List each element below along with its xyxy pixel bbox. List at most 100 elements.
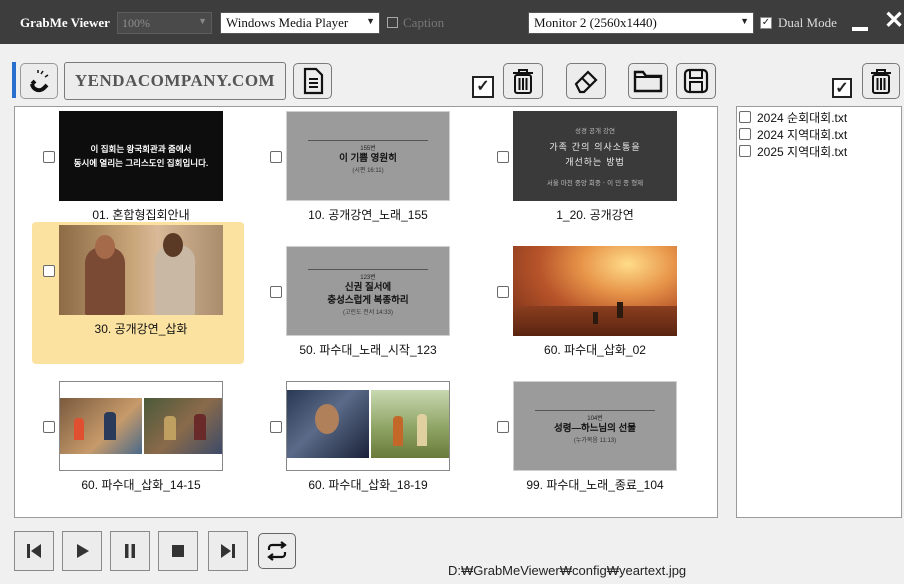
media-caption: 60. 파수대_삽화_14-15	[81, 478, 201, 492]
item-checkbox[interactable]	[497, 151, 509, 163]
eraser-button[interactable]	[566, 63, 606, 99]
item-checkbox[interactable]	[43, 265, 55, 277]
thumb-top: 성경 공개 강연	[574, 127, 615, 135]
item-checkbox[interactable]	[43, 151, 55, 163]
file-list-item[interactable]: 2024 순회대회.txt	[739, 109, 847, 125]
thumb-bottom: 서울 마천 중앙 회중 · 이 민 종 형제	[546, 179, 644, 187]
file-list-item[interactable]: 2025 지역대회.txt	[739, 143, 847, 159]
media-caption: 1_20. 공개강연	[556, 208, 634, 222]
chevron-down-icon: ▼	[740, 16, 749, 26]
thumb-ref: (누가복음 11:13)	[573, 438, 617, 444]
media-thumbnail[interactable]	[59, 381, 223, 471]
media-item[interactable]: 성경 공개 강연 가족 간의 의사소통을 개선하는 방법 서울 마천 중앙 회중…	[486, 108, 698, 250]
media-caption: 10. 공개강연_노래_155	[308, 208, 428, 222]
side-select-all-checkbox[interactable]: ✓	[832, 78, 852, 98]
file-checkbox[interactable]	[739, 145, 751, 157]
trash-icon	[871, 69, 891, 94]
media-caption: 50. 파수대_노래_시작_123	[299, 343, 437, 357]
sunset-photo	[513, 246, 677, 336]
thumb-title: 성령—하느님의 선물	[553, 423, 637, 434]
thumb-title: 이 기쁨 영원히	[339, 153, 397, 164]
thumb-title: 신권 질서에	[344, 281, 392, 293]
dual-mode-checkbox[interactable]: ✓	[760, 17, 772, 29]
media-thumbnail[interactable]: 155번 이 기쁨 영원히 (시편 16:11)	[286, 111, 450, 201]
thumb-number: 104번	[584, 413, 606, 422]
item-checkbox[interactable]	[43, 421, 55, 433]
thumb-number: 155번	[357, 143, 379, 152]
media-item[interactable]: 60. 파수대_삽화_14-15	[32, 378, 244, 520]
media-thumbnail[interactable]	[59, 225, 223, 315]
accent-bar	[12, 62, 16, 98]
thumb-number: 123번	[357, 271, 379, 281]
document-icon	[303, 67, 323, 95]
player-value: Windows Media Player	[226, 15, 349, 30]
media-caption: 30. 공개강연_삽화	[94, 322, 188, 336]
repeat-icon	[267, 541, 287, 561]
player-combo[interactable]: Windows Media Player ▼	[220, 12, 380, 34]
app-title: GrabMe Viewer	[20, 15, 110, 30]
dual-mode-label: Dual Mode	[778, 15, 837, 30]
media-caption: 01. 혼합형집회안내	[92, 208, 190, 222]
delete-button[interactable]	[503, 63, 543, 99]
couple-photo	[59, 225, 223, 315]
stop-icon	[172, 545, 184, 557]
media-thumbnail[interactable]: 이 집회는 왕국회관과 줌에서 동시에 열리는 그리스도인 집회입니다.	[59, 111, 223, 201]
media-caption: 99. 파수대_노래_종료_104	[526, 478, 664, 492]
media-caption: 60. 파수대_삽화_02	[544, 343, 646, 357]
thumb-line: 이 집회는 왕국회관과 줌에서	[90, 144, 192, 154]
magnet-button[interactable]	[20, 63, 58, 99]
media-item[interactable]: 123번 신권 질서에 충성스럽게 복종하리 (고린도 전서 14:33) 50…	[259, 243, 471, 385]
media-thumbnail[interactable]: 104번 성령—하느님의 선물 (누가복음 11:13)	[513, 381, 677, 471]
select-all-checkbox[interactable]: ✓	[472, 76, 494, 98]
document-button[interactable]	[293, 63, 332, 99]
item-checkbox[interactable]	[270, 286, 282, 298]
previous-button[interactable]	[14, 531, 54, 571]
media-item[interactable]: 60. 파수대_삽화_02	[486, 243, 698, 385]
media-caption: 60. 파수대_삽화_18-19	[308, 478, 428, 492]
media-item-selected[interactable]: 30. 공개강연_삽화	[32, 222, 244, 364]
title-bar: GrabMe Viewer 100% ▼ Windows Media Playe…	[0, 0, 904, 44]
media-thumbnail[interactable]: 성경 공개 강연 가족 간의 의사소통을 개선하는 방법 서울 마천 중앙 회중…	[513, 111, 677, 201]
item-checkbox[interactable]	[270, 421, 282, 433]
media-gallery: 이 집회는 왕국회관과 줌에서 동시에 열리는 그리스도인 집회입니다. 01.…	[14, 106, 718, 518]
media-thumbnail[interactable]: 123번 신권 질서에 충성스럽게 복종하리 (고린도 전서 14:33)	[286, 246, 450, 336]
current-file-path: D:₩GrabMeViewer₩config₩yeartext.jpg	[448, 563, 687, 578]
thumb-title: 가족 간의 의사소통을	[549, 143, 641, 153]
stop-button[interactable]	[158, 531, 198, 571]
magnet-icon	[30, 70, 49, 93]
item-checkbox[interactable]	[497, 421, 509, 433]
caption-checkbox[interactable]	[387, 17, 398, 28]
minimize-button[interactable]	[852, 27, 868, 31]
side-delete-button[interactable]	[862, 63, 900, 99]
item-checkbox[interactable]	[497, 286, 509, 298]
pause-icon	[125, 544, 135, 558]
file-checkbox[interactable]	[739, 111, 751, 123]
close-button[interactable]: ✕	[884, 9, 904, 33]
play-icon	[77, 544, 89, 558]
next-button[interactable]	[208, 531, 248, 571]
media-thumbnail[interactable]	[513, 246, 677, 336]
pause-button[interactable]	[110, 531, 150, 571]
skip-previous-icon	[27, 544, 41, 558]
media-item[interactable]: 155번 이 기쁨 영원히 (시편 16:11) 10. 공개강연_노래_155	[259, 108, 471, 250]
skip-next-icon	[221, 544, 235, 558]
media-item[interactable]: 60. 파수대_삽화_18-19	[259, 378, 471, 520]
play-button[interactable]	[62, 531, 102, 571]
file-checkbox[interactable]	[739, 128, 751, 140]
men-photo	[287, 382, 449, 470]
file-list-item[interactable]: 2024 지역대회.txt	[739, 126, 847, 142]
eraser-icon	[574, 70, 598, 94]
zoom-combo[interactable]: 100% ▼	[117, 12, 212, 34]
thumb-title: 개선하는 방법	[565, 158, 625, 168]
media-item[interactable]: 104번 성령—하느님의 선물 (누가복음 11:13) 99. 파수대_노래_…	[486, 378, 698, 520]
item-checkbox[interactable]	[270, 151, 282, 163]
file-name: 2024 순회대회.txt	[757, 110, 848, 125]
repeat-button[interactable]	[258, 533, 296, 569]
company-name: YENDACOMPANY.COM	[64, 62, 286, 100]
thumb-ref: (시편 16:11)	[352, 168, 384, 174]
media-thumbnail[interactable]	[286, 381, 450, 471]
save-button[interactable]	[676, 63, 716, 99]
monitor-combo[interactable]: Monitor 2 (2560x1440) ▼	[528, 12, 754, 34]
folder-button[interactable]	[628, 63, 668, 99]
thumb-line: 동시에 열리는 그리스도인 집회입니다.	[73, 158, 209, 168]
